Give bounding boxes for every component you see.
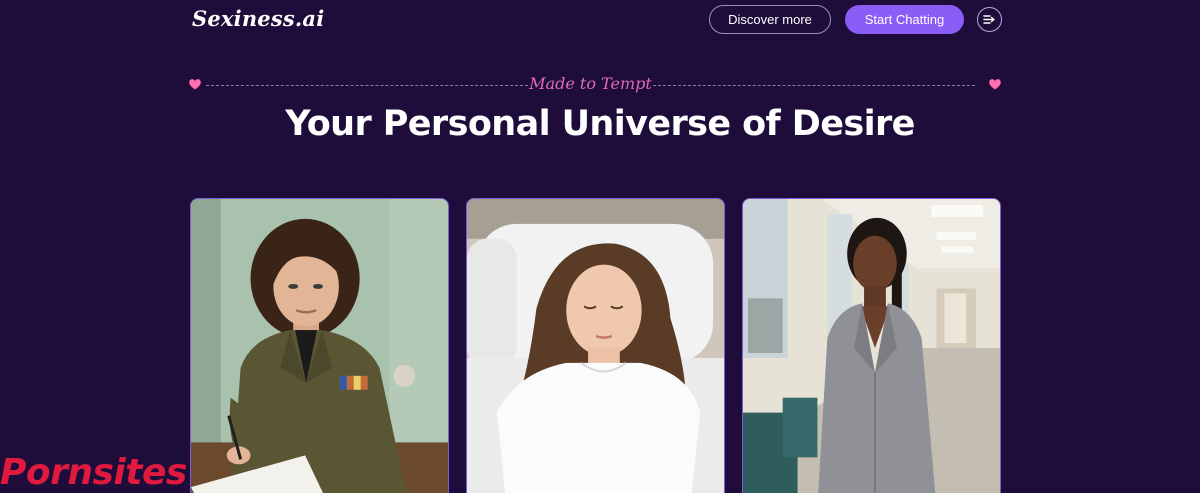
site-logo[interactable]: Sexiness.ai — [192, 6, 324, 31]
logo-text: Sexiness.ai — [192, 6, 325, 31]
start-chatting-label: Start Chatting — [864, 12, 945, 27]
character-image — [191, 199, 448, 493]
character-card[interactable] — [190, 198, 449, 493]
discover-more-button[interactable]: Discover more — [709, 5, 831, 34]
divider-line-left — [206, 85, 528, 86]
divider-line-right — [653, 85, 975, 86]
tagline-divider: Made to Tempt — [188, 74, 1003, 96]
character-image — [467, 199, 724, 493]
character-card[interactable] — [466, 198, 725, 493]
character-image — [743, 199, 1000, 493]
tagline: Made to Tempt — [529, 74, 652, 93]
menu-button[interactable] — [977, 7, 1002, 32]
character-card[interactable] — [742, 198, 1001, 493]
page-title: Your Personal Universe of Desire — [285, 104, 915, 144]
heart-icon — [189, 79, 201, 90]
discover-more-label: Discover more — [728, 12, 812, 27]
menu-arrow-icon — [983, 15, 995, 24]
top-navbar: Sexiness.ai Discover more Start Chatting — [0, 0, 1200, 40]
heart-icon — [989, 79, 1001, 90]
watermark: Pornsites — [0, 452, 187, 493]
start-chatting-button[interactable]: Start Chatting — [845, 5, 964, 34]
